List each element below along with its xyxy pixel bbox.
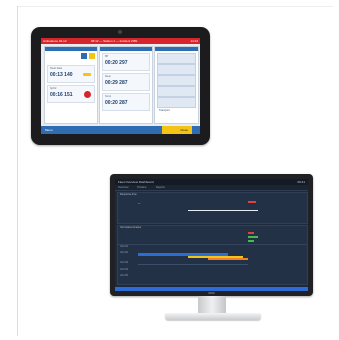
row-label: Unit 02 <box>120 251 128 254</box>
response-time-section: Response time — <box>117 192 308 224</box>
tablet-header-bar: Ambulance 04-12 08:42 — Station 1 — Inci… <box>41 38 200 44</box>
panel-action-button[interactable] <box>81 53 87 59</box>
status-bar <box>115 287 308 291</box>
vital-label: Temp <box>105 95 112 98</box>
vital-value: 00:20 297 <box>105 60 128 66</box>
tablet-device: Ambulance 04-12 08:42 — Station 1 — Inci… <box>31 27 210 145</box>
tab-timeline[interactable]: Timeline <box>137 185 146 190</box>
tablet-panel-vitals: Vitals BP 00:20 297 Resp 00:29 287 Temp … <box>99 46 153 124</box>
vital-label: BP <box>105 55 109 58</box>
tablet-screen: Ambulance 04-12 08:42 — Station 1 — Inci… <box>41 38 200 134</box>
frame-left-rule <box>17 6 18 336</box>
monitor-screen: Fleet Overview Dashboard 09:41 Overview … <box>115 179 308 291</box>
camera-icon <box>118 30 122 34</box>
desktop-monitor: Fleet Overview Dashboard 09:41 Overview … <box>110 174 313 296</box>
vital-label: Resp <box>105 75 111 78</box>
section-title: Response time <box>120 193 137 196</box>
range-value: — <box>138 202 141 205</box>
timeline-bar <box>248 240 254 242</box>
row-label: Unit 01 <box>120 245 128 248</box>
vital-value: 00:16 151 <box>50 92 73 98</box>
vital-card[interactable]: Temp 00:20 287 <box>102 93 150 111</box>
vital-label: SpO2 <box>50 87 57 90</box>
tab-overview[interactable]: Overview <box>118 185 128 190</box>
vital-card[interactable]: Heart Rate 00:13 140 <box>47 65 95 83</box>
timeline-bar <box>248 232 254 234</box>
event-item[interactable]: Defib <box>157 86 196 101</box>
panel-title: Patient <box>46 58 54 61</box>
vital-card[interactable]: BP 00:20 297 <box>102 53 150 71</box>
section-title: Unit status timeline <box>120 226 142 229</box>
vital-value: 00:29 287 <box>105 80 128 86</box>
event-label: Transport <box>159 109 170 112</box>
row-label: Unit 05 <box>120 274 128 277</box>
status-chip <box>83 73 91 76</box>
event-item[interactable]: IV access <box>157 64 196 79</box>
monitor-stand-base <box>165 313 261 320</box>
panel-warning-button[interactable] <box>89 53 95 59</box>
tablet-header-center: 08:42 — Station 1 — Incident 2051 <box>91 39 138 43</box>
unit-timeline-section: Unit status timeline Unit 01 Unit 02 Uni… <box>117 225 308 285</box>
monitor-tab-bar: Overview Timeline Reports <box>115 185 308 191</box>
tab-reports[interactable]: Reports <box>156 185 165 190</box>
row-divider <box>118 244 307 245</box>
menu-button[interactable]: Menu <box>45 126 53 134</box>
monitor-stand-neck <box>198 296 226 314</box>
vital-value: 00:13 140 <box>50 72 73 78</box>
tablet-panel-patient: Patient Heart Rate 00:13 140 SpO2 00:16 … <box>44 46 98 124</box>
vital-card[interactable]: SpO2 00:16 151 <box>47 85 95 103</box>
event-item[interactable]: Airway <box>157 75 196 90</box>
tablet-panel-events: Events Drug given IV access Airway Defib… <box>154 46 199 124</box>
vital-card[interactable]: Resp 00:29 287 <box>102 73 150 91</box>
frame-top-rule <box>17 6 333 7</box>
alert-marker <box>248 201 256 203</box>
event-item[interactable]: Drug given <box>157 53 196 68</box>
tablet-header-right: 14:22 <box>190 39 198 43</box>
vital-value: 00:20 287 <box>105 100 128 106</box>
range-line <box>188 210 258 211</box>
timeline-bar <box>138 264 248 265</box>
row-label: Unit 04 <box>120 268 128 271</box>
tablet-header-left: Ambulance 04-12 <box>43 39 67 43</box>
close-label: Close <box>180 128 188 132</box>
timeline-bar <box>248 236 258 238</box>
tablet-footer-bar: Menu Close <box>41 126 200 134</box>
vital-label: Heart Rate <box>50 67 63 70</box>
row-label: Unit 03 <box>120 261 128 264</box>
timeline-bar <box>208 258 248 260</box>
brand-logo <box>208 292 215 294</box>
alarm-icon <box>84 91 91 98</box>
event-item[interactable]: Transport <box>157 97 196 112</box>
